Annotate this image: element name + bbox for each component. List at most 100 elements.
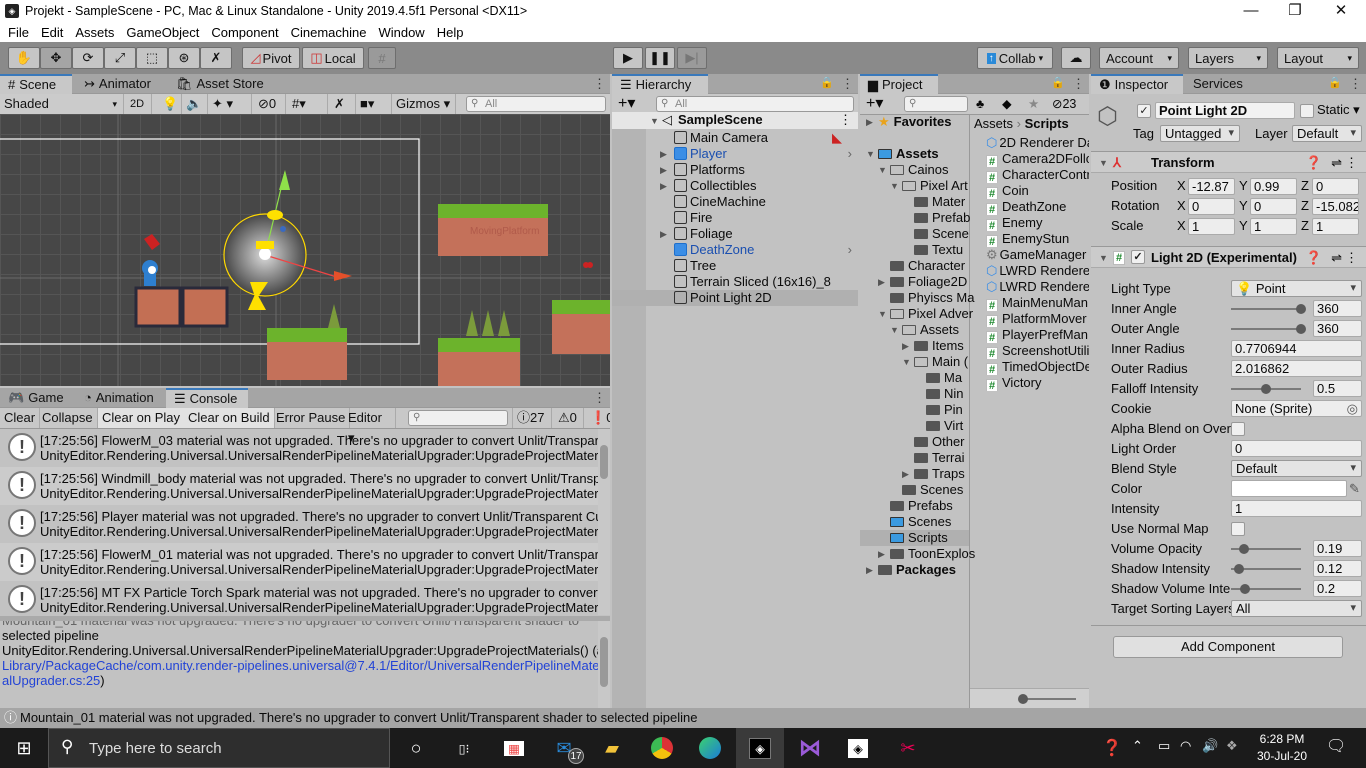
grid-dropdown[interactable]: #▾: [288, 94, 328, 114]
tag-dropdown[interactable]: Untagged: [1160, 125, 1240, 142]
pause-button[interactable]: ❚❚: [645, 47, 675, 69]
transform-header[interactable]: ▼ ⅄ Transform ❓ ⇌ ⋮: [1091, 151, 1366, 173]
volume-opacity-input[interactable]: 0.19: [1313, 540, 1362, 557]
rect-tool-button[interactable]: ⬚: [136, 47, 168, 69]
expand-arrow-icon[interactable]: ▶: [660, 146, 667, 162]
collapse-arrow-icon[interactable]: ▶: [878, 546, 885, 562]
chevron-right-icon[interactable]: ›: [848, 242, 852, 258]
scale-tool-button[interactable]: ⤢: [104, 47, 136, 69]
clear-on-play-toggle[interactable]: Clear on Play: [98, 408, 186, 428]
alpha-blend-checkbox[interactable]: [1231, 422, 1245, 436]
cloud-button[interactable]: ☁: [1061, 47, 1091, 69]
rotate-tool-button[interactable]: ⟳: [72, 47, 104, 69]
rotation-y-input[interactable]: 0: [1250, 198, 1297, 215]
snap-toggle[interactable]: #: [368, 47, 396, 69]
console-log-entry[interactable]: ! [17:25:56] FlowerM_03 material was not …: [0, 429, 598, 467]
collapse-arrow-icon[interactable]: ▶: [866, 562, 873, 578]
detail-source-link[interactable]: Library/PackageCache/com.unity.render-pi…: [2, 658, 598, 673]
project-file-item[interactable]: # Coin: [986, 183, 1089, 199]
project-file-item[interactable]: # Enemy: [986, 215, 1089, 231]
expand-arrow-icon[interactable]: ▶: [660, 178, 667, 194]
kebab-menu-icon[interactable]: ⋮: [1345, 152, 1358, 174]
dropbox-icon[interactable]: ❖: [1226, 738, 1238, 754]
menu-gameobject[interactable]: GameObject: [120, 25, 205, 40]
project-file-item[interactable]: # Victory: [986, 375, 1089, 391]
project-folder-item[interactable]: ▶ Packages: [860, 562, 969, 578]
play-button[interactable]: ▶: [613, 47, 643, 69]
position-y-input[interactable]: 0.99: [1250, 178, 1297, 195]
scale-x-input[interactable]: 1: [1188, 218, 1235, 235]
hierarchy-item[interactable]: ▶ Player ›: [612, 146, 858, 162]
gizmos-dropdown[interactable]: Gizmos ▾: [392, 94, 456, 114]
project-folder-item[interactable]: ▼ Main (: [860, 354, 969, 370]
expand-arrow-icon[interactable]: ▼: [866, 146, 875, 162]
tab-asset-store[interactable]: 🛍 Asset Store: [168, 74, 272, 94]
presets-icon[interactable]: ⇌: [1331, 247, 1342, 269]
edge-button[interactable]: [686, 728, 734, 768]
project-file-item[interactable]: # MainMenuMan: [986, 295, 1089, 311]
project-search-input[interactable]: [904, 96, 968, 112]
tab-game[interactable]: 🎮 Game: [0, 388, 72, 408]
expand-arrow-icon[interactable]: ▶: [660, 162, 667, 178]
action-center-icon[interactable]: 🗨: [1326, 736, 1346, 756]
position-x-input[interactable]: -12.87: [1188, 178, 1235, 195]
light2d-header[interactable]: ▼ # ✓ Light 2D (Experimental) ❓ ⇌ ⋮: [1091, 246, 1366, 268]
icon-size-slider[interactable]: [1018, 694, 1028, 704]
position-z-input[interactable]: 0: [1312, 178, 1359, 195]
foldout-arrow-icon[interactable]: ▼: [1099, 247, 1108, 269]
shadow-volume-slider[interactable]: [1240, 584, 1250, 594]
hidden-packages-toggle[interactable]: ⊘23: [1052, 94, 1076, 114]
chevron-right-icon[interactable]: ›: [848, 146, 852, 162]
project-folder-item[interactable]: Scripts: [860, 530, 969, 546]
clear-on-build-toggle[interactable]: Clear on Build: [184, 408, 275, 428]
taskbar-clock[interactable]: 6:28 PM 30-Jul-20: [1250, 731, 1314, 765]
kebab-menu-icon[interactable]: ⋮: [593, 388, 606, 408]
project-file-item[interactable]: # ScreenshotUtili: [986, 343, 1089, 359]
inner-angle-slider[interactable]: [1296, 304, 1306, 314]
menu-assets[interactable]: Assets: [69, 25, 120, 40]
layer-dropdown[interactable]: Default: [1292, 125, 1362, 142]
collapse-arrow-icon[interactable]: ▶: [902, 338, 909, 354]
console-log-entry[interactable]: ! [17:25:56] FlowerM_01 material was not …: [0, 543, 598, 581]
camera-dropdown[interactable]: ■▾: [356, 94, 392, 114]
filter-by-type-icon[interactable]: ♣: [976, 94, 984, 114]
hierarchy-item[interactable]: CineMachine: [612, 194, 858, 210]
snipping-tool-button[interactable]: ✂: [884, 728, 932, 768]
outer-angle-input[interactable]: 360: [1313, 320, 1362, 337]
collapse-arrow-icon[interactable]: ▶: [902, 466, 909, 482]
kebab-menu-icon[interactable]: ⋮: [593, 74, 606, 94]
shadow-volume-input[interactable]: 0.2: [1313, 580, 1362, 597]
layout-dropdown[interactable]: Layout ▾: [1277, 47, 1359, 69]
collab-dropdown[interactable]: ↑ Collab ▾: [977, 47, 1053, 69]
blend-style-dropdown[interactable]: Default: [1231, 460, 1362, 477]
foldout-arrow-icon[interactable]: ▼: [1099, 152, 1108, 174]
hierarchy-item[interactable]: Point Light 2D: [612, 290, 858, 306]
project-folder-item[interactable]: ▼ Assets: [860, 322, 969, 338]
collapse-arrow-icon[interactable]: ▶: [866, 114, 873, 130]
rotation-z-input[interactable]: -15.082: [1312, 198, 1359, 215]
lighting-toggle[interactable]: 💡: [158, 94, 182, 114]
log-filter-toggle[interactable]: ⓘ27: [512, 408, 552, 428]
object-name-input[interactable]: Point Light 2D: [1155, 102, 1295, 119]
project-folder-item[interactable]: Ma: [860, 370, 969, 386]
step-button[interactable]: ▶|: [677, 47, 707, 69]
gameobject-cube-icon[interactable]: ⬡: [1097, 102, 1118, 131]
project-folder-item[interactable]: Scenes: [860, 482, 969, 498]
help-icon[interactable]: ❓: [1306, 152, 1322, 174]
project-file-item[interactable]: # CharacterContr: [986, 167, 1089, 183]
expand-arrow-icon[interactable]: ▼: [878, 162, 887, 178]
project-file-item[interactable]: ⬡ LWRD Rendere: [986, 279, 1089, 295]
chrome-button[interactable]: [638, 728, 686, 768]
tab-project[interactable]: ▆ Project: [860, 74, 938, 94]
collapse-arrow-icon[interactable]: ▶: [878, 274, 885, 290]
kebab-menu-icon[interactable]: ⋮: [841, 74, 854, 94]
move-tool-button[interactable]: ✥: [40, 47, 72, 69]
minimize-button[interactable]: —: [1228, 0, 1274, 22]
unity-hub-button[interactable]: ◈: [834, 728, 882, 768]
tab-inspector[interactable]: ❶ Inspector: [1091, 74, 1183, 94]
tab-hierarchy[interactable]: ☰ Hierarchy: [612, 74, 708, 94]
falloff-slider[interactable]: [1261, 384, 1271, 394]
normal-map-checkbox[interactable]: [1231, 522, 1245, 536]
microsoft-store-button[interactable]: ▦: [490, 728, 538, 768]
console-log-entry[interactable]: ! [17:25:56] Player material was not upgr…: [0, 505, 598, 543]
